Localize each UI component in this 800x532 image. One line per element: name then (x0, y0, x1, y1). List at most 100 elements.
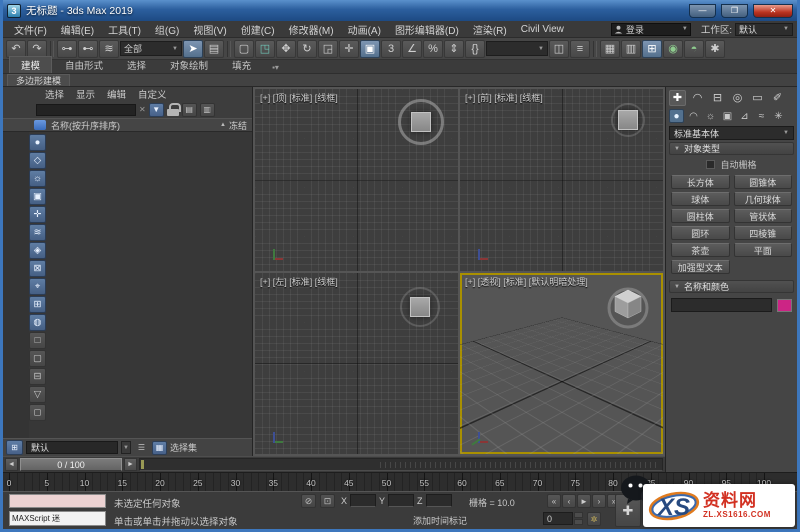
undo-icon[interactable]: ↶ (6, 39, 26, 58)
clear-search-icon[interactable]: ✕ (139, 105, 146, 114)
cone-button[interactable]: 圆锥体 (733, 175, 792, 189)
time-slider-handle[interactable]: 0 / 100 (20, 458, 122, 471)
geometry-category-tab[interactable]: ● (669, 109, 684, 123)
window-crossing-toggle-icon[interactable]: ◳ (255, 39, 275, 58)
list-view-icon[interactable]: ▤ (181, 102, 197, 117)
menu-item-3[interactable]: 组(G) (148, 22, 186, 37)
viewport-front-label[interactable]: [+] [前] [标准] [线框] (465, 91, 543, 104)
ribbon-tab-1[interactable]: 自由形式 (54, 57, 114, 73)
hierarchy-panel-tab[interactable]: ⊟ (709, 90, 726, 106)
select-by-name-icon[interactable]: ▤ (204, 39, 224, 58)
show-influences-toggle[interactable]: ▢ (29, 350, 46, 367)
spinner-down-icon[interactable] (574, 519, 583, 525)
ribbon-tab-4[interactable]: 填充 (221, 57, 262, 73)
rows-icon[interactable]: ☰ (134, 441, 149, 455)
object-name-field[interactable] (671, 298, 772, 312)
display-objects-toggle[interactable]: ● (29, 134, 46, 151)
create-panel-tab[interactable]: ✚ (669, 89, 686, 106)
select-and-scale-icon[interactable]: ◲ (318, 39, 338, 58)
select-and-rotate-icon[interactable]: ↻ (297, 39, 317, 58)
select-and-link-icon[interactable]: ⊶ (57, 39, 77, 58)
object-type-rollout-header[interactable]: ▼ 对象类型 (669, 142, 794, 155)
next-frame-button[interactable]: › (592, 494, 606, 508)
textplus-button[interactable]: 加强型文本 (671, 260, 730, 274)
menu-item-1[interactable]: 编辑(E) (54, 22, 101, 37)
show-dependencies-toggle[interactable]: ⊟ (29, 368, 46, 385)
absolute-mode-toggle[interactable]: ⊡ (320, 494, 335, 508)
spinner-snap-toggle-icon[interactable]: ⇕ (444, 39, 464, 58)
display-cameras-toggle[interactable]: ▣ (29, 188, 46, 205)
time-slider-next-button[interactable]: ► (124, 458, 137, 471)
viewport-top-label[interactable]: [+] [顶] [标准] [线框] (260, 91, 338, 104)
box-button[interactable]: 长方体 (671, 175, 730, 189)
named-selection-sets-dropdown[interactable]: ▼ (486, 41, 548, 56)
viewport-left-label[interactable]: [+] [左] [标准] [线框] (260, 275, 338, 288)
display-shapes-toggle[interactable]: ◇ (29, 152, 46, 169)
edit-named-selection-sets-icon[interactable]: {} (465, 39, 485, 58)
menu-item-2[interactable]: 工具(T) (101, 22, 148, 37)
display-panel-tab[interactable]: ▭ (749, 90, 766, 106)
key-filter-icon[interactable]: ✲ (587, 512, 601, 526)
motion-panel-tab[interactable]: ◎ (729, 90, 746, 106)
bind-to-space-warp-icon[interactable]: ≋ (99, 39, 119, 58)
select-object-icon[interactable]: ➤ (183, 39, 203, 58)
go-to-start-button[interactable]: « (547, 494, 561, 508)
snaps-toggle-icon[interactable]: 3 (381, 39, 401, 58)
sign-in-menu[interactable]: 登录 ▼ (610, 22, 691, 36)
title-bar[interactable]: 3 无标题 - 3ds Max 2019 — ❐ ✕ (3, 0, 797, 21)
explorer-object-list[interactable]: ● ◇ ☼ ▣ ✛ ≋ ◈ ⊠ ⌖ ⊞ ◍ □ ▢ ⊟ ▽ ◻ (3, 132, 252, 438)
maxscript-mini-listener-pink[interactable] (9, 494, 106, 508)
viewcube[interactable] (400, 286, 440, 327)
display-containers-toggle[interactable]: ⊞ (29, 296, 46, 313)
unlink-selection-icon[interactable]: ⊷ (78, 39, 98, 58)
systems-category-tab[interactable]: ✳ (771, 109, 786, 123)
menu-item-7[interactable]: 动画(A) (341, 22, 388, 37)
pyramid-button[interactable]: 四棱锥 (733, 226, 792, 240)
name-color-rollout-header[interactable]: ▼ 名称和颜色 (669, 280, 794, 293)
ribbon-tab-3[interactable]: 对象绘制 (159, 57, 219, 73)
angle-snap-toggle-icon[interactable]: ∠ (402, 39, 422, 58)
name-column-header[interactable]: 名称(按升序排序) (51, 119, 120, 132)
toggle-scene-explorer-icon[interactable]: ▦ (600, 39, 620, 58)
time-slider-track[interactable] (139, 458, 663, 471)
percent-snap-toggle-icon[interactable]: % (423, 39, 443, 58)
explorer-column-header[interactable]: 名称(按升序排序) ▲ 冻结 (3, 118, 252, 132)
viewcube[interactable] (398, 99, 444, 145)
previous-frame-button[interactable]: ‹ (562, 494, 576, 508)
hierarchy-view-icon[interactable]: ▥ (199, 102, 215, 117)
add-time-tag-button[interactable]: 添加时间标记 (413, 514, 467, 527)
cameras-category-tab[interactable]: ▣ (720, 109, 735, 123)
space-warps-category-tab[interactable]: ≈ (754, 109, 769, 123)
object-color-swatch[interactable] (777, 298, 792, 312)
tube-button[interactable]: 管状体 (733, 209, 792, 223)
coord-x-field[interactable] (350, 494, 377, 507)
coord-y-field[interactable] (388, 494, 415, 507)
sphere-button[interactable]: 球体 (671, 192, 730, 206)
coord-z-field[interactable] (425, 494, 452, 507)
close-button[interactable]: ✕ (753, 3, 793, 18)
display-xrefs-toggle[interactable]: ⊠ (29, 260, 46, 277)
select-and-place-icon[interactable]: ✛ (339, 39, 359, 58)
align-icon[interactable]: ≡ (570, 39, 590, 58)
explorer-search-input[interactable] (36, 103, 136, 116)
viewcube[interactable] (601, 279, 655, 338)
explorer-menu-2[interactable]: 编辑 (101, 87, 132, 101)
viewport-left[interactable]: [+] [左] [标准] [线框] (255, 272, 458, 454)
schematic-view-icon[interactable]: ◉ (663, 39, 683, 58)
modify-panel-tab[interactable]: ◠ (689, 90, 706, 106)
selection-sets-icon[interactable]: ⊞ (6, 440, 23, 455)
chevron-down-icon[interactable]: ▼ (121, 441, 131, 454)
explorer-menu-3[interactable]: 自定义 (132, 87, 173, 101)
filter-dropdown-icon[interactable]: ▼ (148, 102, 164, 117)
current-frame-field[interactable]: 0 (543, 512, 573, 525)
display-groups-toggle[interactable]: ◈ (29, 242, 46, 259)
render-production-icon[interactable]: ✱ (705, 39, 725, 58)
menu-item-9[interactable]: 渲染(R) (466, 22, 514, 37)
show-children-toggle[interactable]: □ (29, 332, 46, 349)
lights-category-tab[interactable]: ☼ (703, 109, 718, 123)
display-space-warps-toggle[interactable]: ≋ (29, 224, 46, 241)
time-slider-prev-button[interactable]: ◄ (5, 458, 18, 471)
utilities-panel-tab[interactable]: ✐ (769, 90, 786, 106)
menu-item-10[interactable]: Civil View (514, 24, 571, 35)
viewport-perspective[interactable]: [+] [透视] [标准] [默认明暗处理] (460, 272, 663, 454)
